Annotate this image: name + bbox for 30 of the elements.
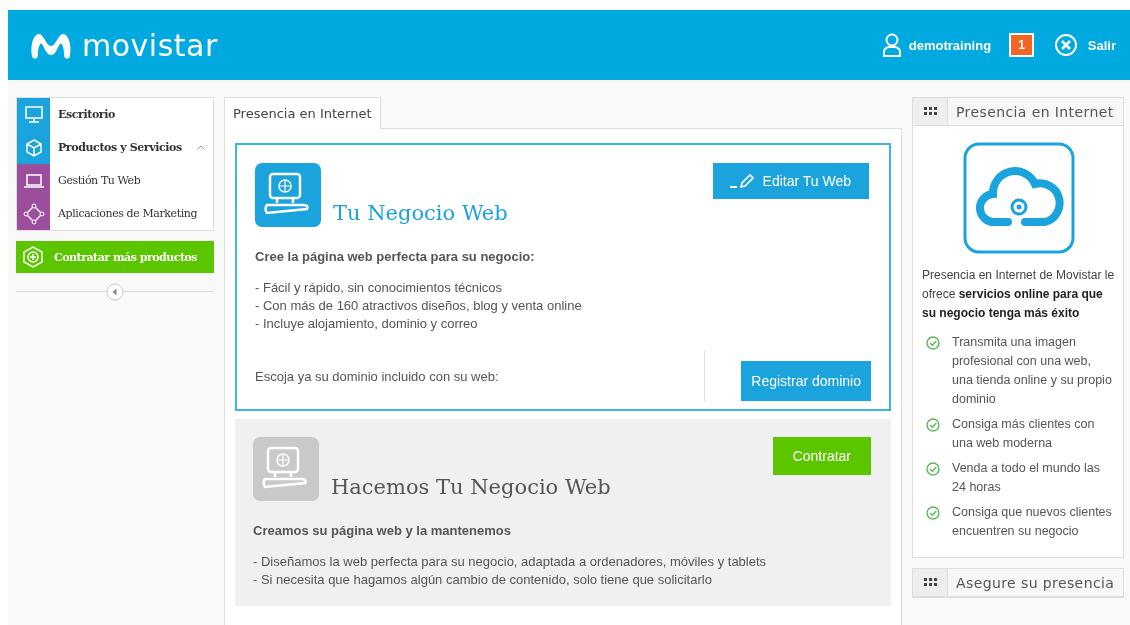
panel-title: Asegure su presencia [955,574,1115,591]
panel-intro: Presencia en Internet de Movistar le ofrece servicios online para que su negocio tenga más éxito [922,267,1115,322]
feature-text: - Diseñamos la web perfecta para su negocio, adaptada a ordenadores, móviles y tablets [253,554,768,569]
tab[interactable]: Presencia en Internet [224,97,381,129]
panel-title: Presencia en Internet [955,103,1114,120]
sidebar-item[interactable]: Escritorio [17,98,213,131]
card-title: Hacemos Tu Negocio Web [331,475,612,499]
sidebar-item[interactable]: Aplicaciones de Marketing [17,197,213,230]
benefit-text: Transmita una imagen profesional con una web, una tienda online y su propio dominio [952,334,1113,408]
sidebar-item[interactable]: Productos y Servicios [17,131,213,164]
brand-name: movistar [82,27,218,63]
feature-text: - Con más de 160 atractivos diseños, blog y venta online [255,298,583,313]
domain-text: Escoja ya su dominio incluido con su web: [255,368,499,384]
sidebar-item[interactable]: Gestión Tu Web [17,164,213,197]
logout-link[interactable]: Salir [1087,37,1116,53]
feature-text: - Incluye alojamiento, dominio y correo [255,316,479,331]
benefit-text: Consiga más clientes con una web moderna [952,416,1096,452]
contract-more-button[interactable]: Contratar más productos [16,241,214,273]
card-title: Tu Negocio Web [333,201,509,225]
feature-text: - Si necesita que hagamos algún cambio de contenido, solo tiene que solicitarlo [253,572,713,587]
edit-web-button[interactable]: Editar Tu Web [712,163,869,199]
benefit-text: Venda a todo el mundo las 24 horas [952,460,1102,496]
register-domain-button[interactable]: Registrar dominio [741,361,871,401]
user-name[interactable]: demotraining [908,37,992,53]
notification-badge[interactable]: 1 [1009,33,1034,57]
benefit-text: Consiga que nuevos clientes encuentren su negocio [952,504,1113,540]
card-subtitle: Cree la página web perfecta para su negocio: [255,249,536,264]
contract-button[interactable]: Contratar [772,437,871,475]
card-subtitle: Creamos su página web y la mantenemos [253,523,512,538]
feature-text: - Fácil y rápido, sin conocimientos técnicos [255,280,504,295]
